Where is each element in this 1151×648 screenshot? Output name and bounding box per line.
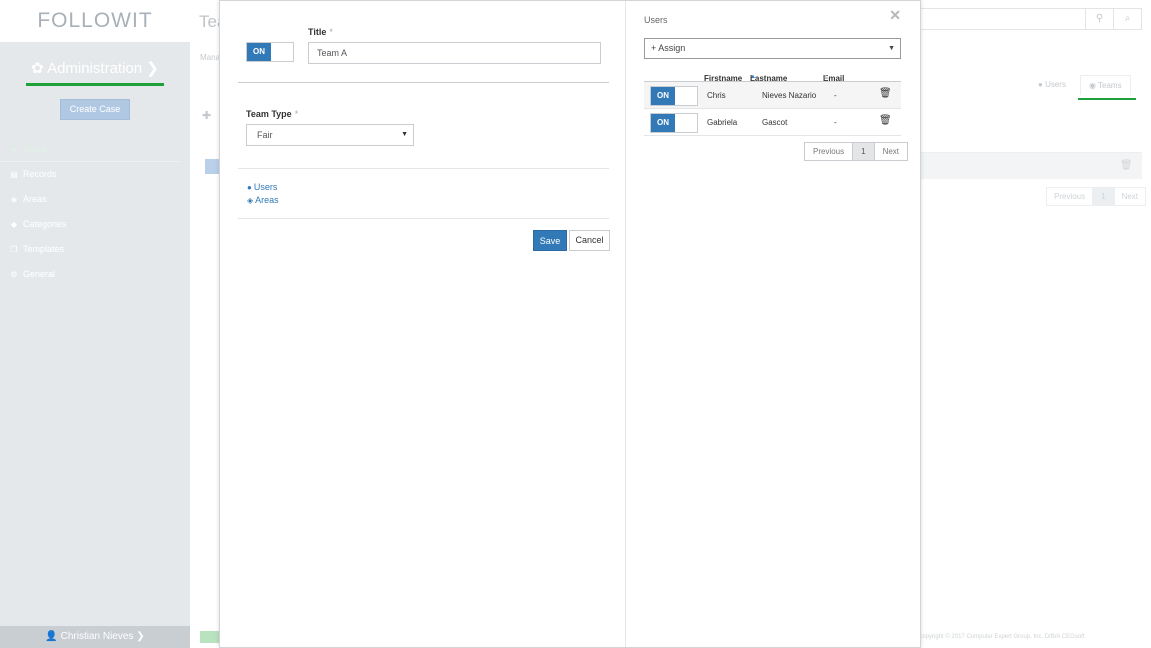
sidebar: FOLLOWIT ✿ Administration ❯ Create Case … [0, 0, 190, 648]
sidebar-item-label: Users [23, 143, 47, 154]
search-input[interactable]: ⚲ ⌕ [920, 8, 1142, 30]
trash-icon[interactable]: 🗑 [1120, 160, 1133, 171]
table-header: Firstname ▲ Lastname ⬍ Email ⬍ [644, 64, 901, 83]
cancel-button[interactable]: Cancel [569, 230, 610, 251]
sidebar-item-areas[interactable]: ◈ Areas [0, 187, 190, 212]
user-icon: ● [1038, 80, 1043, 89]
users-table: Firstname ▲ Lastname ⬍ Email ⬍ ON Chris … [644, 64, 901, 136]
table-row[interactable] [920, 152, 1142, 179]
tab-underline [1078, 98, 1136, 100]
admin-menu-toggle[interactable]: ✿ Administration ❯ [0, 59, 190, 77]
sidebar-item-categories[interactable]: ◆ Categories [0, 212, 190, 237]
chevron-right-icon: ❯ [136, 631, 145, 642]
next-button[interactable]: Next [873, 142, 909, 161]
sidebar-item-records[interactable]: ▤ Records [0, 162, 190, 187]
caret-down-icon: ▼ [401, 131, 408, 138]
team-type-label: Team Type * [246, 109, 299, 119]
title-input[interactable]: Team A [308, 42, 601, 64]
tabs: ● Users ◉ Teams [1030, 75, 1131, 95]
filter-icon[interactable]: ⚲ [1085, 9, 1113, 29]
title-label: Title * [308, 27, 333, 37]
cell-firstname: Gabriela [707, 118, 738, 127]
page-number[interactable]: 1 [852, 142, 875, 161]
assign-value: + Assign [651, 43, 686, 53]
sidebar-item-label: Records [23, 169, 57, 179]
plus-icon[interactable]: ✚ [202, 109, 211, 122]
cell-lastname: Nieves Nazario [762, 91, 817, 100]
page-number[interactable]: 1 [1093, 187, 1114, 206]
divider [238, 82, 609, 83]
sidebar-item-general[interactable]: ⚙ General [0, 262, 190, 287]
team-edit-modal: ON Title * Team A Team Type * Fair ▼ ● Use… [219, 0, 921, 648]
sidebar-item-users[interactable]: ● Users [0, 137, 180, 162]
active-toggle[interactable]: ON [246, 42, 294, 62]
user-icon: 👤 [45, 631, 58, 642]
team-type-value: Fair [257, 130, 273, 140]
users-link[interactable]: ● Users [247, 182, 277, 192]
table-row: ON Chris Nieves Nazario - 🗑 [644, 82, 901, 109]
search-icon[interactable]: ⌕ [1113, 9, 1141, 29]
divider [238, 218, 609, 219]
user-menu[interactable]: 👤 Christian Nieves ❯ [0, 626, 190, 648]
team-type-select[interactable]: Fair ▼ [246, 124, 414, 146]
sidebar-item-label: General [23, 269, 56, 279]
previous-button[interactable]: Previous [1046, 187, 1094, 206]
create-case-button[interactable]: Create Case [60, 99, 130, 120]
toggle-on-label: ON [247, 43, 271, 61]
sidebar-item-label: Templates [23, 244, 65, 254]
row-toggle[interactable]: ON [650, 113, 698, 133]
tab-users[interactable]: ● Users [1030, 75, 1074, 95]
app-logo[interactable]: FOLLOWIT [0, 0, 190, 42]
previous-button[interactable]: Previous [804, 142, 854, 161]
row-toggle[interactable]: ON [650, 86, 698, 106]
admin-title: Administration [47, 60, 143, 77]
team-icon: ◉ [1088, 81, 1096, 90]
users-panel-title: Users [644, 15, 668, 25]
sort-icon: ⬍ [823, 75, 829, 81]
cube-icon: ◈ [247, 195, 254, 205]
assign-select[interactable]: + Assign ▼ [644, 38, 901, 59]
cell-firstname: Chris [707, 91, 726, 100]
close-icon[interactable]: ✕ [889, 7, 901, 24]
user-icon: ● [11, 144, 17, 154]
sidebar-item-label: Categories [23, 219, 67, 229]
team-form: ON Title * Team A Team Type * Fair ▼ ● Use… [220, 1, 626, 647]
gears-icon: ⚙ [10, 270, 18, 279]
cell-email: - [834, 118, 837, 127]
divider [238, 168, 609, 169]
tab-label: Users [1045, 80, 1066, 89]
sidebar-item-templates[interactable]: ❐ Templates [0, 237, 190, 262]
admin-underline [26, 83, 164, 86]
templates-icon: ❐ [10, 245, 18, 254]
tab-teams[interactable]: ◉ Teams [1079, 75, 1131, 95]
user-name: Christian Nieves [60, 631, 134, 642]
user-icon: ● [247, 182, 252, 192]
users-panel: ✕ Users + Assign ▼ Firstname ▲ Lastname … [626, 1, 920, 647]
breadcrumb: Mana [200, 53, 221, 62]
records-icon: ▤ [10, 170, 18, 179]
cell-email: - [834, 91, 837, 100]
chevron-right-icon: ❯ [146, 60, 159, 77]
cube-icon: ◈ [10, 195, 18, 204]
pagination: Previous 1 Next [804, 142, 909, 161]
bg-button[interactable] [205, 159, 219, 174]
pagination: Previous 1 Next [1046, 187, 1147, 206]
tab-label: Teams [1098, 81, 1122, 90]
areas-link[interactable]: ◈ Areas [247, 195, 279, 205]
save-button[interactable]: Save [533, 230, 567, 251]
trash-icon[interactable]: 🗑 [879, 115, 892, 126]
copyright-text: Copyright © 2017 Computer Expert Group, … [918, 634, 1085, 640]
tag-icon: ◆ [10, 220, 18, 229]
gear-icon: ✿ [31, 60, 44, 77]
trash-icon[interactable]: 🗑 [879, 88, 892, 99]
next-button[interactable]: Next [1113, 187, 1147, 206]
sidebar-nav: ● Users ▤ Records ◈ Areas ◆ Categories ❐… [0, 137, 190, 287]
table-row: ON Gabriela Gascot - 🗑 [644, 109, 901, 136]
caret-down-icon: ▼ [888, 45, 895, 52]
sidebar-item-label: Areas [23, 194, 47, 204]
cell-lastname: Gascot [762, 118, 788, 127]
